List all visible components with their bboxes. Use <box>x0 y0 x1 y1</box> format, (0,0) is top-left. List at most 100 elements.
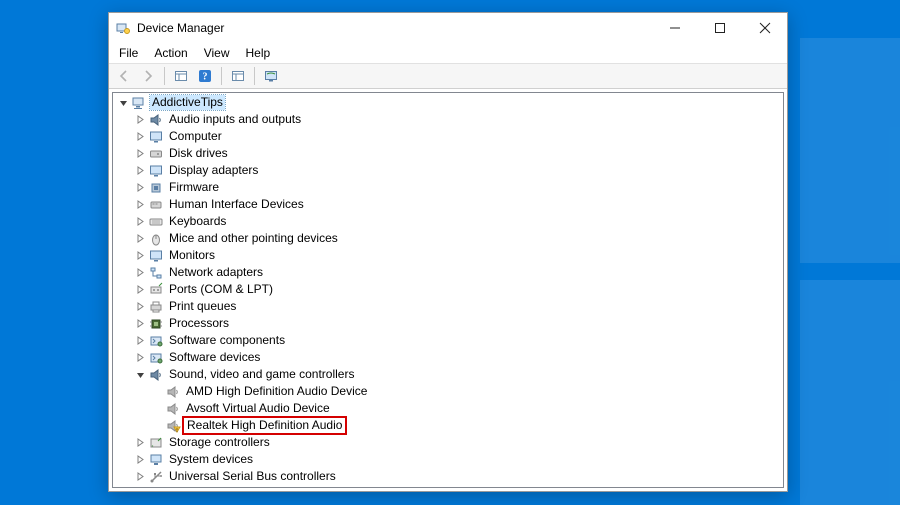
minimize-button[interactable] <box>652 13 697 43</box>
chevron-right-icon[interactable] <box>134 114 146 126</box>
menu-view[interactable]: View <box>198 45 236 61</box>
tree-item[interactable]: Keyboards <box>113 213 783 230</box>
tree-item[interactable]: Storage controllers <box>113 434 783 451</box>
tree-item-label[interactable]: Processors <box>167 316 231 331</box>
tree-item-label[interactable]: Realtek High Definition Audio <box>184 418 345 433</box>
chevron-right-icon[interactable] <box>134 199 146 211</box>
tree-item[interactable]: Print queues <box>113 298 783 315</box>
tree-item[interactable]: Firmware <box>113 179 783 196</box>
tree-item[interactable]: Monitors <box>113 247 783 264</box>
chevron-right-icon[interactable] <box>134 165 146 177</box>
tree-item-label[interactable]: Universal Serial Bus controllers <box>167 469 338 484</box>
toolbar-show-hidden-button[interactable] <box>170 65 192 87</box>
tree-item-label[interactable]: AddictiveTips <box>150 95 225 110</box>
tree-item[interactable]: Processors <box>113 315 783 332</box>
chevron-right-icon[interactable] <box>134 301 146 313</box>
chevron-right-icon[interactable] <box>134 182 146 194</box>
tree-item[interactable]: Software components <box>113 332 783 349</box>
chevron-right-icon[interactable] <box>134 318 146 330</box>
tree-item-label[interactable]: Display adapters <box>167 163 260 178</box>
computer-icon <box>131 95 147 111</box>
maximize-button[interactable] <box>697 13 742 43</box>
chevron-right-icon[interactable] <box>134 352 146 364</box>
tree-item[interactable]: AMD High Definition Audio Device <box>113 383 783 400</box>
chevron-right-icon[interactable] <box>134 437 146 449</box>
chevron-right-icon[interactable] <box>134 250 146 262</box>
chevron-right-icon[interactable] <box>134 284 146 296</box>
menu-action[interactable]: Action <box>148 45 193 61</box>
speaker-icon <box>148 112 164 128</box>
tree-item[interactable]: Display adapters <box>113 162 783 179</box>
tree-item-label[interactable]: Software devices <box>167 350 262 365</box>
menu-help[interactable]: Help <box>240 45 277 61</box>
tree-item[interactable]: Realtek High Definition Audio <box>113 417 783 434</box>
tree-item[interactable]: Disk drives <box>113 145 783 162</box>
tree-item[interactable]: Mice and other pointing devices <box>113 230 783 247</box>
close-button[interactable] <box>742 13 787 43</box>
tree-item-label[interactable]: Storage controllers <box>167 435 272 450</box>
tree-item[interactable]: Human Interface Devices <box>113 196 783 213</box>
tree-item-label[interactable]: Sound, video and game controllers <box>167 367 356 382</box>
chevron-right-icon[interactable] <box>134 216 146 228</box>
tree-item[interactable]: System devices <box>113 451 783 468</box>
component-icon <box>148 350 164 366</box>
chevron-right-icon[interactable] <box>134 454 146 466</box>
chevron-right-icon[interactable] <box>134 267 146 279</box>
titlebar[interactable]: Device Manager <box>109 13 787 43</box>
tree-item-label[interactable]: AMD High Definition Audio Device <box>184 384 369 399</box>
tree-item[interactable]: Sound, video and game controllers <box>113 366 783 383</box>
tree-item[interactable]: Avsoft Virtual Audio Device <box>113 400 783 417</box>
tree-item-label[interactable]: Avsoft Virtual Audio Device <box>184 401 332 416</box>
component-icon <box>148 333 164 349</box>
chevron-right-icon[interactable] <box>134 233 146 245</box>
toolbar-separator <box>221 67 222 85</box>
toolbar-scan-button[interactable] <box>260 65 282 87</box>
toolbar-forward-button <box>137 65 159 87</box>
tree-item[interactable]: Software devices <box>113 349 783 366</box>
device-tree[interactable]: AddictiveTips Audio inputs and outputs Com… <box>112 92 784 488</box>
tree-item[interactable]: Universal Serial Bus controllers <box>113 468 783 485</box>
tree-item-label[interactable]: Software components <box>167 333 287 348</box>
tree-item-label[interactable]: Human Interface Devices <box>167 197 306 212</box>
tree-item-label[interactable]: Disk drives <box>167 146 230 161</box>
tree-item-label[interactable]: Mice and other pointing devices <box>167 231 340 246</box>
system-icon <box>148 452 164 468</box>
menu-file[interactable]: File <box>113 45 144 61</box>
tree-item[interactable]: Computer <box>113 128 783 145</box>
tree-item-label[interactable]: Print queues <box>167 299 238 314</box>
tree-item-label[interactable]: Audio inputs and outputs <box>167 112 303 127</box>
toolbar-back-button <box>113 65 135 87</box>
monitor-icon <box>148 129 164 145</box>
tree-item[interactable]: Network adapters <box>113 264 783 281</box>
tree-item-label[interactable]: Network adapters <box>167 265 265 280</box>
hid-icon <box>148 197 164 213</box>
tree-item-label[interactable]: Monitors <box>167 248 217 263</box>
chip-icon <box>148 180 164 196</box>
tree-item-label[interactable]: Firmware <box>167 180 221 195</box>
tree-item-label[interactable]: Keyboards <box>167 214 228 229</box>
chevron-down-icon[interactable] <box>134 369 146 381</box>
tree-item[interactable]: Audio inputs and outputs <box>113 111 783 128</box>
speaker-grey-icon <box>165 384 181 400</box>
storage-icon <box>148 435 164 451</box>
tree-item[interactable]: AddictiveTips <box>113 94 783 111</box>
desktop-band <box>800 280 900 505</box>
tree-item-label[interactable]: Computer <box>167 129 224 144</box>
chevron-right-icon[interactable] <box>134 131 146 143</box>
tree-item[interactable]: Ports (COM & LPT) <box>113 281 783 298</box>
usb-icon <box>148 469 164 485</box>
chevron-right-icon[interactable] <box>134 335 146 347</box>
chevron-right-icon[interactable] <box>134 148 146 160</box>
tree-item-label[interactable]: Ports (COM & LPT) <box>167 282 275 297</box>
toolbar-help-button[interactable]: ? <box>194 65 216 87</box>
tree-item-label[interactable]: System devices <box>167 452 255 467</box>
speaker-grey-icon <box>165 401 181 417</box>
monitor-icon <box>148 163 164 179</box>
disk-icon <box>148 146 164 162</box>
expander-placeholder <box>151 386 163 398</box>
toolbar: ? <box>109 63 787 89</box>
chevron-down-icon[interactable] <box>117 97 129 109</box>
toolbar-properties-button[interactable] <box>227 65 249 87</box>
printer-icon <box>148 299 164 315</box>
chevron-right-icon[interactable] <box>134 471 146 483</box>
